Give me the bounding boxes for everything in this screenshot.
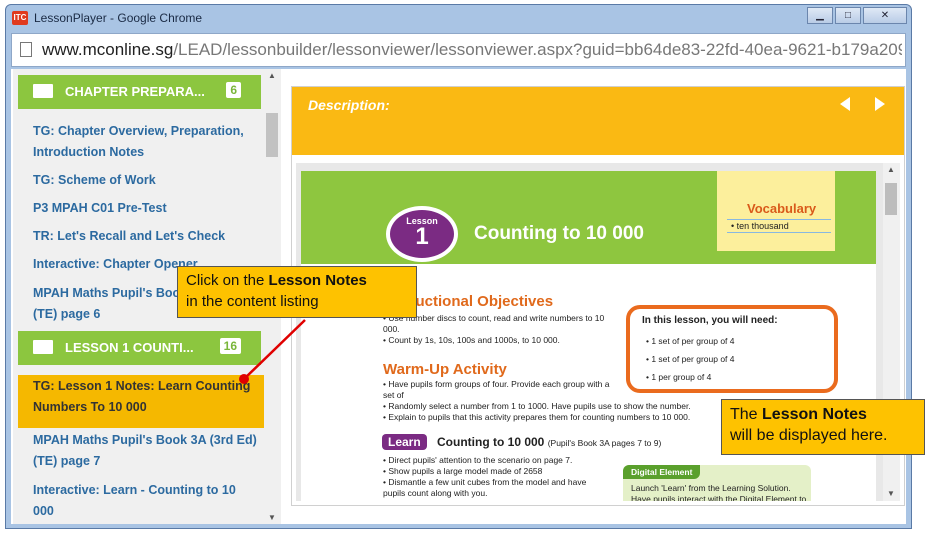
warmup-item: • Explain to pupils that this activity p… bbox=[383, 412, 691, 422]
list-item[interactable]: TG: Chapter Overview, Preparation, Intro… bbox=[33, 121, 258, 163]
chapter-header-label: CHAPTER PREPARA... bbox=[65, 84, 205, 99]
url-path: /LEAD/lessonbuilder/lessonviewer/lessonv… bbox=[173, 40, 902, 59]
page-content: CHAPTER PREPARA... 6 TG: Chapter Overvie… bbox=[11, 69, 906, 524]
folder-icon bbox=[33, 340, 53, 354]
chapter-count-badge: 6 bbox=[226, 82, 241, 98]
callout-click-lesson-notes: Click on the Lesson Notes in the content… bbox=[177, 266, 417, 318]
chapter-header[interactable]: CHAPTER PREPARA... 6 bbox=[18, 75, 261, 109]
callout-text: will be displayed here. bbox=[730, 427, 888, 444]
url-text[interactable]: www.mconline.sg/LEAD/lessonbuilder/lesso… bbox=[42, 40, 902, 60]
digital-element-text: Launch 'Learn' from the Learning Solutio… bbox=[631, 483, 807, 501]
scroll-up-icon[interactable]: ▲ bbox=[268, 71, 276, 80]
learn-item: • Dismantle a few unit cubes from the mo… bbox=[383, 477, 587, 498]
digital-element-box: Digital Element Launch 'Learn' from the … bbox=[623, 465, 811, 501]
page-icon bbox=[20, 42, 32, 57]
materials-item: • 1 set of per group of 4 bbox=[646, 354, 735, 364]
materials-title: In this lesson, you will need: bbox=[642, 315, 778, 326]
learn-item: • Direct pupils' attention to the scenar… bbox=[383, 455, 573, 465]
previous-arrow-icon[interactable] bbox=[840, 97, 850, 111]
materials-item: • 1 set of per group of 4 bbox=[646, 336, 735, 346]
folder-icon bbox=[33, 84, 53, 98]
learn-tag: Learn bbox=[382, 434, 427, 450]
app-icon: ITC bbox=[12, 11, 28, 25]
scroll-thumb[interactable] bbox=[266, 113, 278, 157]
description-label: Description: bbox=[308, 97, 390, 113]
list-item-selected[interactable]: TG: Lesson 1 Notes: Learn Counting Numbe… bbox=[18, 375, 266, 428]
maximize-button[interactable]: □ bbox=[835, 7, 861, 24]
address-bar[interactable]: www.mconline.sg/LEAD/lessonbuilder/lesso… bbox=[11, 33, 906, 67]
description-bar: Description: bbox=[292, 87, 904, 155]
list-item[interactable]: Interactive: Learn - Counting to 10 000 bbox=[33, 480, 258, 522]
materials-box: In this lesson, you will need: • 1 set o… bbox=[626, 305, 838, 393]
objective-item: • Count by 1s, 10s, 100s and 1000s, to 1… bbox=[383, 335, 560, 345]
warmup-title: Warm-Up Activity bbox=[383, 361, 507, 378]
title-bar: ITC LessonPlayer - Google Chrome ▁ □ ✕ bbox=[6, 5, 911, 33]
callout-text: The bbox=[730, 406, 763, 423]
learn-title-text: Counting to 10 000 bbox=[437, 435, 545, 449]
lesson-title: Counting to 10 000 bbox=[474, 223, 644, 244]
lesson-count-badge: 16 bbox=[219, 338, 241, 354]
list-item[interactable]: TR: Let's Recall and Let's Check bbox=[33, 226, 258, 247]
scroll-down-icon[interactable]: ▼ bbox=[268, 513, 276, 522]
close-button[interactable]: ✕ bbox=[863, 7, 907, 24]
pointer-dot bbox=[239, 374, 249, 384]
learn-title: Counting to 10 000 (Pupil's Book 3A page… bbox=[437, 435, 661, 449]
scroll-down-icon[interactable]: ▼ bbox=[887, 489, 895, 498]
callout-bold: Lesson Notes bbox=[762, 406, 867, 423]
scroll-up-icon[interactable]: ▲ bbox=[887, 165, 895, 174]
vocabulary-item: • ten thousand bbox=[727, 219, 831, 233]
lesson-badge: Lesson 1 bbox=[386, 206, 458, 262]
lesson-number: 1 bbox=[415, 223, 429, 250]
minimize-button[interactable]: ▁ bbox=[807, 7, 833, 24]
learn-pages: (Pupil's Book 3A pages 7 to 9) bbox=[547, 438, 662, 448]
next-arrow-icon[interactable] bbox=[875, 97, 885, 111]
materials-item: • 1 per group of 4 bbox=[646, 372, 712, 382]
vocabulary-box: Vocabulary • ten thousand bbox=[717, 171, 835, 251]
lesson-header[interactable]: LESSON 1 COUNTI... 16 bbox=[18, 331, 261, 365]
url-domain: www.mconline.sg bbox=[42, 40, 174, 59]
scroll-thumb[interactable] bbox=[885, 183, 897, 215]
warmup-item: • Randomly select a number from 1 to 100… bbox=[383, 401, 691, 411]
learn-item: • Show pupils a large model made of 2658 bbox=[383, 466, 543, 476]
window-title: LessonPlayer - Google Chrome bbox=[34, 11, 203, 25]
warmup-item: • Have pupils form groups of four. Provi… bbox=[383, 379, 610, 400]
list-item[interactable]: MPAH Maths Pupil's Book 3A (3rd Ed)(TE) … bbox=[33, 430, 258, 472]
list-item[interactable]: P3 MPAH C01 Pre-Test bbox=[33, 198, 258, 219]
callout-bold: Lesson Notes bbox=[268, 272, 367, 289]
callout-displayed-here: The Lesson Notes will be displayed here. bbox=[721, 399, 925, 455]
callout-text: Click on the bbox=[186, 272, 269, 289]
vocabulary-title: Vocabulary bbox=[747, 201, 817, 216]
callout-text: in the content listing bbox=[186, 293, 319, 310]
list-item[interactable]: TG: Scheme of Work bbox=[33, 170, 258, 191]
lesson-header-label: LESSON 1 COUNTI... bbox=[65, 340, 194, 355]
digital-element-title: Digital Element bbox=[623, 465, 701, 479]
